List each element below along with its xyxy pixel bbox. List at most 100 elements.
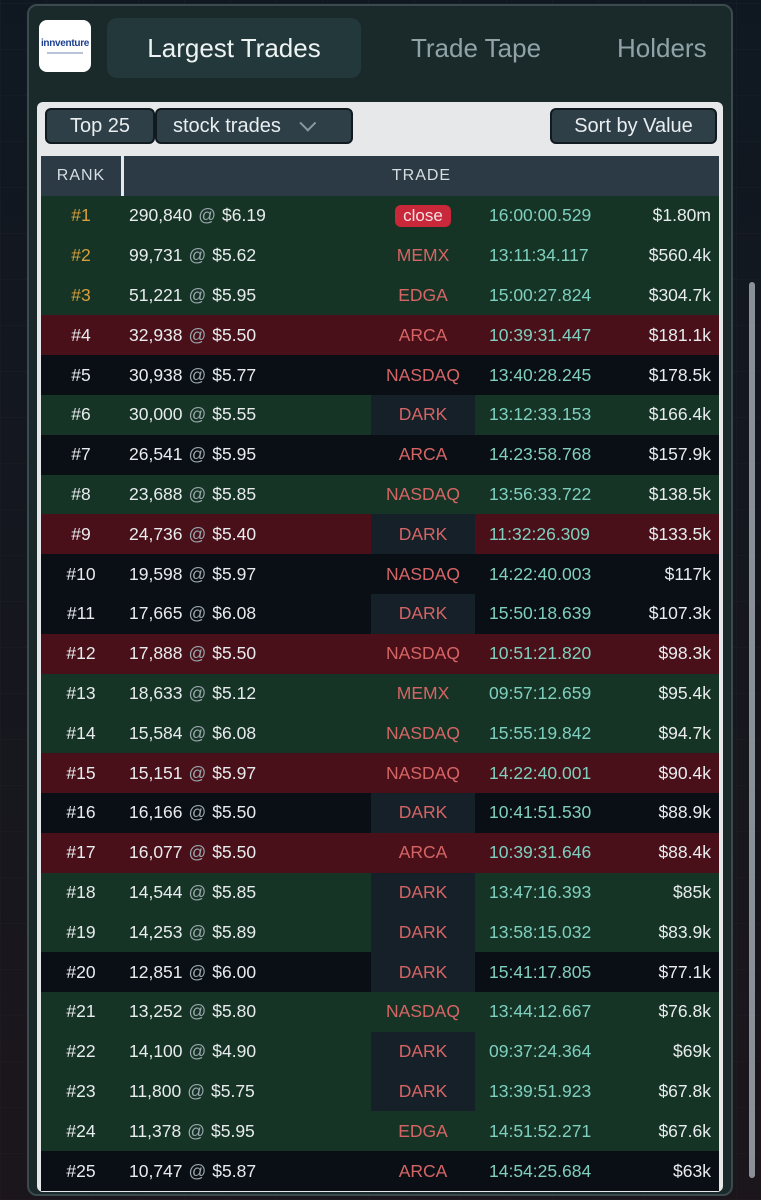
- table-row[interactable]: #10 19,598 @ $5.97 NASDAQ 14:22:40.003 $117k: [41, 554, 719, 594]
- trade-price: $4.90: [212, 1041, 257, 1062]
- trade-size: 13,252: [129, 1001, 183, 1022]
- tab-trade-tape[interactable]: Trade Tape: [381, 18, 571, 78]
- value-cell: $76.8k: [658, 1001, 711, 1022]
- venue-cell: DARK: [371, 952, 475, 992]
- trade-type-select[interactable]: stock trades: [155, 108, 353, 144]
- at-separator: @: [188, 444, 207, 465]
- at-separator: @: [188, 603, 207, 624]
- table-row[interactable]: #14 15,584 @ $6.08 NASDAQ 15:55:19.842 $94.7k: [41, 713, 719, 754]
- trade-price: $5.40: [212, 523, 257, 544]
- sort-by-value-button[interactable]: Sort by Value: [550, 108, 717, 144]
- rank-cell: #5: [71, 364, 91, 385]
- venue-cell: ARCA: [398, 1160, 448, 1181]
- time-cell: 15:00:27.824: [489, 284, 592, 305]
- trade-cell: 10,747 @ $5.87: [129, 1151, 256, 1191]
- value-cell: $157.9k: [648, 444, 711, 465]
- trade-cell: 290,840 @ $6.19: [129, 196, 266, 236]
- time-cell: 14:23:58.768: [489, 444, 592, 465]
- trade-size: 26,541: [129, 444, 183, 465]
- rank-cell: #24: [66, 1120, 96, 1141]
- table-row[interactable]: #18 14,544 @ $5.85 DARK 13:47:16.393 $85k: [41, 872, 719, 913]
- value-cell: $85k: [673, 881, 711, 902]
- at-separator: @: [188, 643, 207, 664]
- logo-text: innventure: [40, 38, 90, 49]
- tab-holders[interactable]: Holders: [617, 18, 731, 78]
- venue-cell: DARK: [371, 514, 475, 555]
- table-row[interactable]: #4 32,938 @ $5.50 ARCA 10:39:31.447 $181.1k: [41, 315, 719, 356]
- venue-cell: NASDAQ: [386, 762, 460, 783]
- time-cell: 14:54:25.684: [489, 1160, 592, 1181]
- time-cell: 14:22:40.003: [489, 563, 592, 584]
- trade-size: 99,731: [129, 245, 183, 266]
- table-row[interactable]: #19 14,253 @ $5.89 DARK 13:58:15.032 $83.9k: [41, 912, 719, 953]
- scrollbar[interactable]: [749, 282, 755, 1178]
- table-row[interactable]: #2 99,731 @ $5.62 MEMX 13:11:34.117 $560.4k: [41, 235, 719, 276]
- value-cell: $69k: [673, 1041, 711, 1062]
- at-separator: @: [188, 404, 207, 425]
- top-count-button[interactable]: Top 25: [45, 108, 155, 144]
- table-row[interactable]: #17 16,077 @ $5.50 ARCA 10:39:31.646 $88.4k: [41, 832, 719, 873]
- table-row[interactable]: #24 11,378 @ $5.95 EDGA 14:51:52.271 $67.6k: [41, 1111, 719, 1152]
- table-row[interactable]: #11 17,665 @ $6.08 DARK 15:50:18.639 $107.3k: [41, 594, 719, 634]
- time-cell: 13:44:12.667: [489, 1001, 592, 1022]
- time-cell: 13:39:51.923: [489, 1080, 592, 1101]
- rank-cell: #7: [71, 444, 91, 465]
- at-separator: @: [188, 921, 207, 942]
- trade-cell: 19,598 @ $5.97: [129, 554, 256, 594]
- venue-cell: DARK: [371, 594, 475, 634]
- table-row[interactable]: #12 17,888 @ $5.50 NASDAQ 10:51:21.820 $98.3k: [41, 633, 719, 674]
- at-separator: @: [188, 881, 207, 902]
- table-body: #1 290,840 @ $6.19 close 16:00:00.529 $1.80m #2…: [41, 196, 719, 1191]
- trade-price: $5.87: [212, 1160, 257, 1181]
- table-row[interactable]: #23 11,800 @ $5.75 DARK 13:39:51.923 $67.8k: [41, 1071, 719, 1112]
- time-cell: 13:56:33.722: [489, 483, 592, 504]
- at-separator: @: [188, 802, 207, 823]
- trade-price: $5.50: [212, 842, 257, 863]
- table-row[interactable]: #9 24,736 @ $5.40 DARK 11:32:26.309 $133.5k: [41, 514, 719, 555]
- table-row[interactable]: #13 18,633 @ $5.12 MEMX 09:57:12.659 $95.4k: [41, 673, 719, 714]
- trade-price: $5.80: [212, 1001, 257, 1022]
- time-cell: 10:51:21.820: [489, 643, 592, 664]
- table-row[interactable]: #8 23,688 @ $5.85 NASDAQ 13:56:33.722 $138.5k: [41, 474, 719, 515]
- value-cell: $98.3k: [658, 643, 711, 664]
- table-row[interactable]: #25 10,747 @ $5.87 ARCA 14:54:25.684 $63k: [41, 1151, 719, 1191]
- trade-cell: 99,731 @ $5.62: [129, 236, 256, 276]
- table-row[interactable]: #3 51,221 @ $5.95 EDGA 15:00:27.824 $304.7k: [41, 275, 719, 316]
- trade-price: $5.50: [212, 802, 257, 823]
- trade-price: $5.50: [212, 643, 257, 664]
- trade-cell: 15,151 @ $5.97: [129, 753, 256, 793]
- trade-cell: 24,736 @ $5.40: [129, 514, 256, 554]
- trade-price: $6.08: [212, 603, 257, 624]
- at-separator: @: [188, 284, 207, 305]
- trade-size: 17,888: [129, 643, 183, 664]
- trade-cell: 12,851 @ $6.00: [129, 952, 256, 992]
- table-row[interactable]: #22 14,100 @ $4.90 DARK 09:37:24.364 $69k: [41, 1031, 719, 1072]
- table-row[interactable]: #6 30,000 @ $5.55 DARK 13:12:33.153 $166.4k: [41, 395, 719, 435]
- rank-cell: #15: [66, 762, 96, 783]
- value-cell: $138.5k: [648, 483, 711, 504]
- table-row[interactable]: #16 16,166 @ $5.50 DARK 10:41:51.530 $88.9k: [41, 793, 719, 833]
- table-row[interactable]: #5 30,938 @ $5.77 NASDAQ 13:40:28.245 $178.5k: [41, 355, 719, 395]
- at-separator: @: [188, 961, 207, 982]
- table-row[interactable]: #7 26,541 @ $5.95 ARCA 14:23:58.768 $157.9k: [41, 434, 719, 475]
- trade-price: $5.62: [212, 245, 257, 266]
- table-row[interactable]: #15 15,151 @ $5.97 NASDAQ 14:22:40.001 $90.4k: [41, 753, 719, 793]
- trade-type-label: stock trades: [173, 114, 281, 137]
- at-separator: @: [188, 483, 207, 504]
- trade-size: 24,736: [129, 523, 183, 544]
- table-row[interactable]: #21 13,252 @ $5.80 NASDAQ 13:44:12.667 $76.8k: [41, 992, 719, 1032]
- table-row[interactable]: #20 12,851 @ $6.00 DARK 15:41:17.805 $77.1k: [41, 952, 719, 992]
- header-trade[interactable]: TRADE: [124, 156, 719, 196]
- trade-cell: 18,633 @ $5.12: [129, 674, 256, 714]
- trade-cell: 11,378 @ $5.95: [129, 1111, 255, 1151]
- table-row[interactable]: #1 290,840 @ $6.19 close 16:00:00.529 $1.80m: [41, 196, 719, 236]
- company-logo[interactable]: innventure: [39, 20, 91, 72]
- tab-largest-trades[interactable]: Largest Trades: [107, 18, 361, 78]
- trade-price: $5.55: [212, 404, 257, 425]
- at-separator: @: [188, 364, 207, 385]
- table-header: RANK TRADE: [41, 156, 719, 196]
- trade-price: $6.19: [222, 205, 266, 226]
- header-rank[interactable]: RANK: [41, 156, 121, 196]
- venue-cell: DARK: [371, 793, 475, 833]
- venue-cell: MEMX: [396, 682, 450, 703]
